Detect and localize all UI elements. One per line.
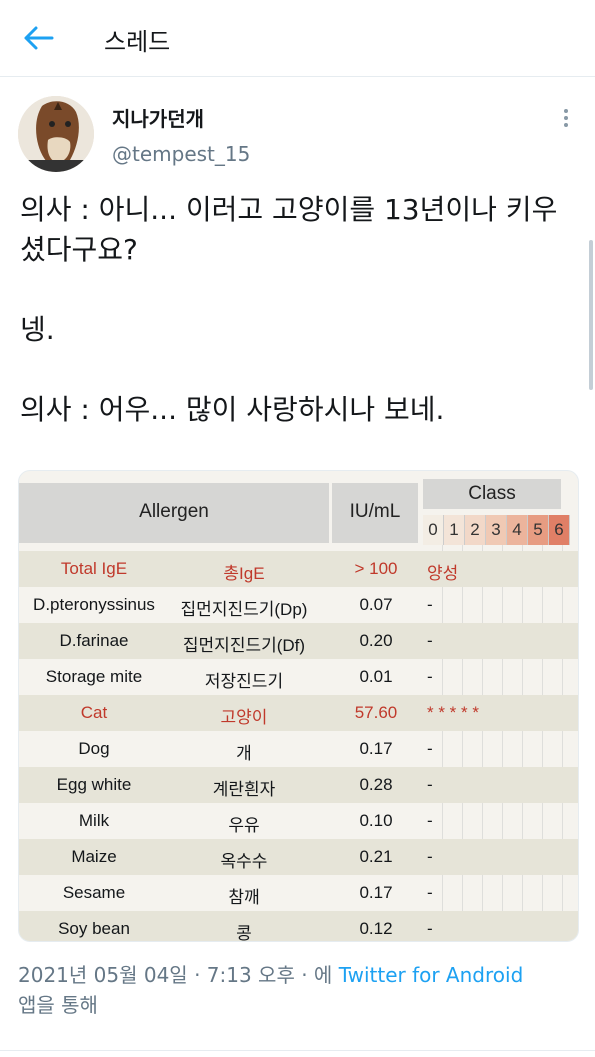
source-link[interactable]: Twitter for Android bbox=[339, 963, 524, 987]
display-name[interactable]: 지나가던개 bbox=[112, 103, 204, 132]
allergen-name-ko: 개 bbox=[236, 744, 252, 763]
allergen-name-en: D.pteronyssinus bbox=[33, 595, 155, 614]
allergen-name-ko: 옥수수 bbox=[220, 852, 268, 871]
allergen-value: 0.28 bbox=[359, 775, 393, 794]
tweet-line: 의사 : 아니... 이러고 고양이를 13년이나 키우셨다구요? bbox=[20, 193, 558, 266]
unit-header-cell: IU/mL bbox=[332, 483, 418, 543]
table-row: Soy bean 콩 0.12 - bbox=[19, 911, 578, 942]
allergen-name-en: D.farinae bbox=[59, 631, 129, 650]
allergen-value: 0.01 bbox=[359, 667, 393, 686]
allergen-class: - bbox=[427, 847, 433, 866]
table-row: D.pteronyssinus 집먼지진드기(Dp) 0.07 - bbox=[19, 587, 578, 623]
allergen-class: * * * * * bbox=[427, 703, 479, 722]
allergen-name-en: Cat bbox=[80, 703, 108, 722]
allergen-class: - bbox=[427, 667, 433, 686]
allergen-name-en: Soy bean bbox=[58, 919, 130, 938]
table-row: Storage mite 저장진드기 0.01 - bbox=[19, 659, 578, 695]
class-number: 4 bbox=[507, 515, 528, 545]
allergen-header: Allergen bbox=[139, 501, 209, 522]
table-row: Cat 고양이 57.60 * * * * * bbox=[19, 695, 578, 731]
class-number: 0 bbox=[423, 515, 444, 545]
allergen-class: - bbox=[427, 775, 433, 794]
allergen-name-en: Dog bbox=[78, 739, 110, 758]
table-row: Total IgE 총IgE > 100 양성 bbox=[19, 551, 578, 587]
allergen-value: 0.17 bbox=[359, 739, 393, 758]
allergen-header-cell: Allergen bbox=[19, 483, 329, 543]
arrow-left-icon bbox=[24, 26, 54, 50]
allergen-class: 양성 bbox=[427, 564, 459, 583]
allergen-class: - bbox=[427, 739, 433, 758]
allergen-class: - bbox=[427, 595, 433, 614]
allergen-name-ko: 집먼지진드기(Dp) bbox=[180, 600, 308, 619]
allergen-name-en: Maize bbox=[71, 847, 117, 866]
allergen-value: 0.17 bbox=[359, 883, 393, 902]
allergen-name-en: Sesame bbox=[62, 883, 126, 902]
more-options-button[interactable] bbox=[558, 106, 574, 132]
allergen-name-ko: 총IgE bbox=[223, 564, 265, 583]
class-header: Class bbox=[468, 483, 516, 504]
allergen-value: > 100 bbox=[354, 559, 398, 578]
user-handle[interactable]: @tempest_15 bbox=[112, 142, 250, 166]
class-number: 2 bbox=[465, 515, 486, 545]
allergen-class: - bbox=[427, 811, 433, 830]
allergen-name-ko: 저장진드기 bbox=[204, 672, 284, 691]
allergen-name-ko: 고양이 bbox=[220, 708, 268, 727]
class-number: 5 bbox=[528, 515, 549, 545]
allergen-value: 0.21 bbox=[359, 847, 393, 866]
timestamp[interactable]: 2021년 05월 04일 · 7:13 오후 · 에 bbox=[18, 963, 339, 987]
allergen-name-en: Total IgE bbox=[60, 559, 128, 578]
table-row: Dog 개 0.17 - bbox=[19, 731, 578, 767]
class-header-cell: Class bbox=[423, 479, 561, 509]
back-button[interactable] bbox=[22, 22, 58, 54]
tweet-line: 넹. bbox=[20, 313, 55, 346]
more-vertical-icon bbox=[558, 109, 574, 127]
table-row: Egg white 계란흰자 0.28 - bbox=[19, 767, 578, 803]
scrollbar[interactable] bbox=[589, 240, 593, 390]
class-scale: 0 1 2 3 4 5 6 bbox=[423, 515, 570, 545]
allergen-class: - bbox=[427, 919, 433, 938]
allergen-class: - bbox=[427, 631, 433, 650]
table-row: Sesame 참깨 0.17 - bbox=[19, 875, 578, 911]
top-bar: 스레드 bbox=[0, 0, 595, 77]
page-title: 스레드 bbox=[104, 28, 171, 56]
horse-mask-avatar-image bbox=[18, 96, 94, 172]
source-suffix: 앱을 통해 bbox=[18, 993, 98, 1017]
tweet-line: 의사 : 어우... 많이 사랑하시나 보네. bbox=[20, 393, 445, 426]
tweet-text: 의사 : 아니... 이러고 고양이를 13년이나 키우셨다구요? 넹. 의사 … bbox=[20, 190, 580, 430]
tweet-meta: 2021년 05월 04일 · 7:13 오후 · 에 Twitter for … bbox=[18, 960, 578, 1020]
allergen-name-ko: 집먼지진드기(Df) bbox=[182, 636, 306, 655]
allergen-name-ko: 계란흰자 bbox=[212, 780, 276, 799]
divider bbox=[0, 1050, 595, 1051]
allergen-class: - bbox=[427, 883, 433, 902]
allergen-name-en: Storage mite bbox=[45, 667, 143, 686]
class-number: 1 bbox=[444, 515, 465, 545]
allergen-name-en: Milk bbox=[78, 811, 110, 830]
table-row: D.farinae 집먼지진드기(Df) 0.20 - bbox=[19, 623, 578, 659]
class-number: 6 bbox=[549, 515, 570, 545]
allergen-name-ko: 참깨 bbox=[228, 888, 260, 907]
tweet-photo[interactable]: Allergen IU/mL Class 0 1 2 3 4 5 6 Total… bbox=[18, 470, 579, 942]
avatar[interactable] bbox=[18, 96, 94, 172]
class-number: 3 bbox=[486, 515, 507, 545]
allergen-name-en: Egg white bbox=[56, 775, 132, 794]
unit-header: IU/mL bbox=[349, 501, 401, 522]
allergen-value: 57.60 bbox=[354, 703, 398, 722]
table-row: Milk 우유 0.10 - bbox=[19, 803, 578, 839]
allergen-name-ko: 콩 bbox=[236, 924, 252, 942]
allergen-value: 0.12 bbox=[359, 919, 393, 938]
allergen-value: 0.20 bbox=[359, 631, 393, 650]
table-row: Maize 옥수수 0.21 - bbox=[19, 839, 578, 875]
allergen-value: 0.10 bbox=[359, 811, 393, 830]
allergen-name-ko: 우유 bbox=[228, 816, 260, 835]
allergen-value: 0.07 bbox=[359, 595, 393, 614]
